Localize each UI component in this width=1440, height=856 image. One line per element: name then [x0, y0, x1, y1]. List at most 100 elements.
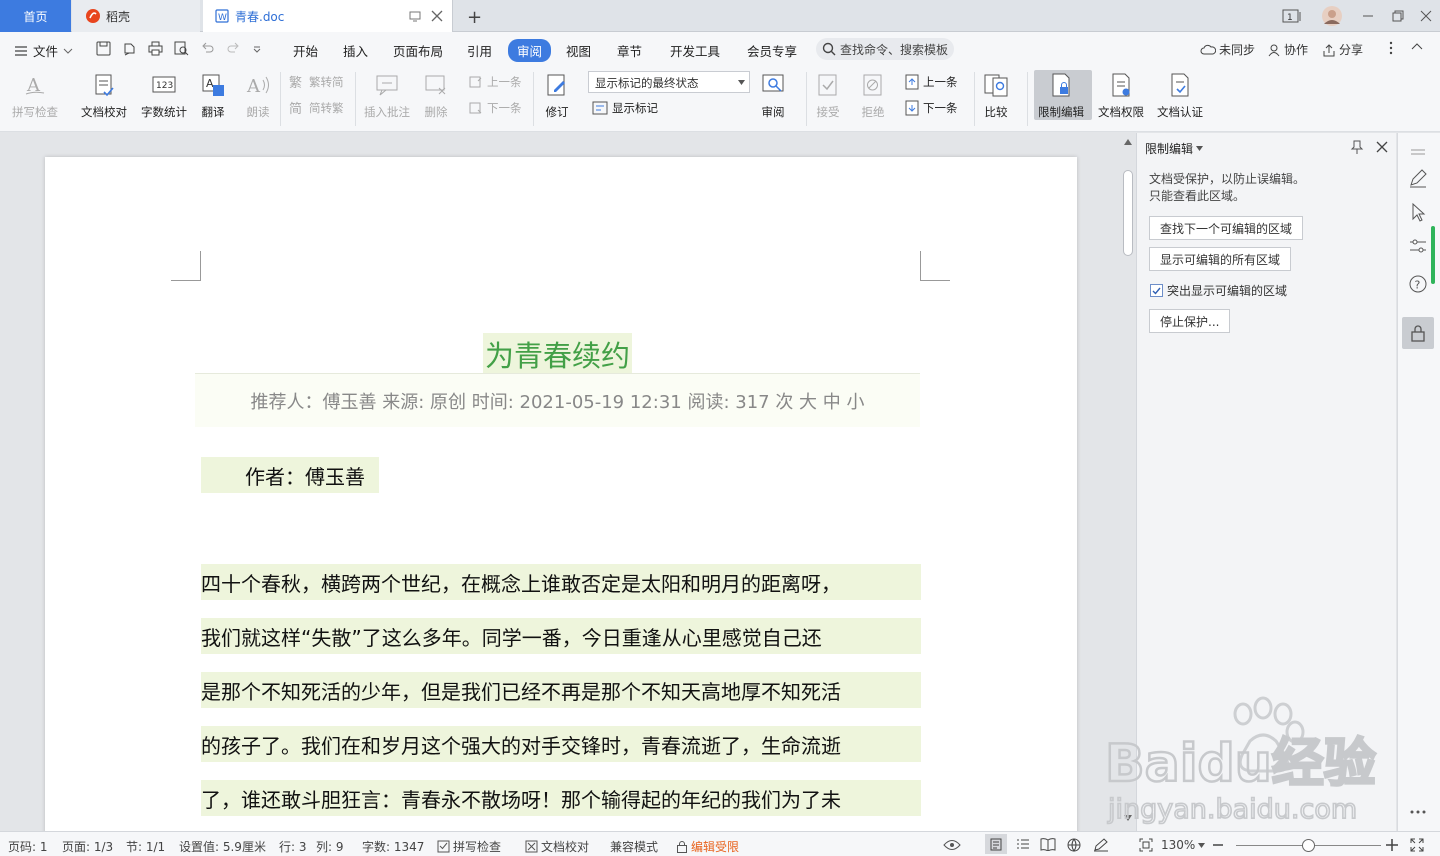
- markup-state-select[interactable]: 显示标记的最终状态: [588, 71, 750, 93]
- panel-title[interactable]: 限制编辑: [1145, 140, 1204, 157]
- accept-button[interactable]: 接受: [815, 72, 841, 120]
- command-search[interactable]: 查找命令、搜索模板: [816, 38, 954, 60]
- tab-home[interactable]: 首页: [0, 0, 71, 32]
- show-markup-button[interactable]: 显示标记: [592, 100, 658, 116]
- new-tab-icon[interactable]: +: [467, 7, 482, 28]
- status-restricted[interactable]: 编辑受限: [676, 838, 739, 855]
- status-pages[interactable]: 页面: 1/3: [62, 838, 113, 855]
- simp-to-trad-button[interactable]: 简 简转繁: [289, 100, 344, 116]
- outline-view-icon[interactable]: [1016, 838, 1030, 851]
- web-view-icon[interactable]: [1067, 838, 1081, 852]
- menu-item-member[interactable]: 会员专享: [747, 41, 797, 60]
- checkbox-box[interactable]: [1150, 284, 1163, 297]
- page-view-icon[interactable]: [989, 838, 1003, 851]
- reading-view-icon[interactable]: [1040, 838, 1056, 851]
- adjust-sliders-icon[interactable]: [1406, 234, 1430, 258]
- select-cursor-icon[interactable]: [1406, 200, 1430, 224]
- status-spell-check[interactable]: 拼写检查: [437, 838, 501, 855]
- review-pane-button[interactable]: 审阅: [760, 72, 786, 120]
- menu-item-start[interactable]: 开始: [293, 41, 318, 60]
- status-proofread[interactable]: 文档校对: [525, 838, 589, 855]
- output-icon[interactable]: [122, 41, 137, 56]
- collab-button[interactable]: 协作: [1267, 41, 1308, 58]
- read-aloud-button[interactable]: A 朗读: [245, 72, 271, 120]
- window-close-icon[interactable]: [1412, 0, 1440, 32]
- doc-certify-button[interactable]: 文档认证: [1157, 72, 1203, 120]
- translate-button[interactable]: A 翻译: [200, 72, 226, 120]
- fullscreen-icon[interactable]: [1410, 838, 1424, 852]
- restrict-editing-button[interactable]: 限制编辑: [1038, 72, 1084, 120]
- next-comment-button[interactable]: 下一条: [469, 100, 522, 116]
- help-icon[interactable]: ?: [1406, 272, 1430, 296]
- status-page[interactable]: 页码: 1: [8, 838, 48, 855]
- zoom-in-icon[interactable]: [1386, 839, 1398, 851]
- reject-button[interactable]: 拒绝: [860, 72, 886, 120]
- panel-close-icon[interactable]: [1376, 141, 1388, 153]
- write-view-icon[interactable]: [1093, 838, 1109, 852]
- status-word-count[interactable]: 字数: 1347: [362, 838, 424, 855]
- edit-pen-icon[interactable]: [1406, 166, 1430, 190]
- eye-protection-icon[interactable]: [943, 839, 961, 851]
- status-section[interactable]: 节: 1/1: [126, 838, 165, 855]
- save-icon[interactable]: [96, 41, 111, 56]
- file-menu[interactable]: 文件: [14, 41, 73, 60]
- delete-comment-button[interactable]: 删除: [423, 72, 449, 120]
- menu-item-insert[interactable]: 插入: [343, 41, 368, 60]
- menu-item-view[interactable]: 视图: [566, 41, 591, 60]
- menu-item-layout[interactable]: 页面布局: [393, 41, 443, 60]
- customize-toolbar-icon[interactable]: [252, 44, 262, 54]
- collapse-ribbon-icon[interactable]: [1411, 41, 1423, 51]
- scrollbar-thumb[interactable]: [1123, 170, 1133, 256]
- more-options-icon[interactable]: [1406, 800, 1430, 824]
- zoom-out-icon[interactable]: [1213, 844, 1223, 846]
- prev-change-button[interactable]: 上一条: [905, 74, 958, 90]
- stop-protection-button[interactable]: 停止保护...: [1149, 309, 1231, 333]
- tab-document[interactable]: W 青春.doc: [203, 0, 453, 32]
- next-change-button[interactable]: 下一条: [905, 100, 958, 116]
- spell-check-button[interactable]: A 拼写检查: [12, 72, 58, 120]
- status-setting[interactable]: 设置值: 5.9厘米: [179, 838, 266, 855]
- compare-button[interactable]: 比较: [983, 72, 1009, 120]
- tab-daoke[interactable]: 稻壳: [72, 0, 200, 32]
- lock-button[interactable]: [1402, 317, 1434, 349]
- proofread-button[interactable]: 文档校对: [81, 72, 127, 120]
- print-preview-icon[interactable]: [174, 41, 189, 56]
- status-row[interactable]: 行: 3: [279, 838, 307, 855]
- minimize-icon[interactable]: [1354, 0, 1382, 32]
- redo-icon[interactable]: [226, 41, 241, 56]
- scroll-up-icon[interactable]: [1124, 139, 1132, 145]
- window-count-icon[interactable]: 1: [1278, 0, 1306, 32]
- word-count-button[interactable]: 123 字数统计: [141, 72, 187, 120]
- menu-item-reference[interactable]: 引用: [467, 41, 492, 60]
- document-canvas[interactable]: 为青春续约 推荐人：傅玉善 来源: 原创 时间: 2021-05-19 12:3…: [0, 133, 1121, 831]
- share-button[interactable]: 分享: [1322, 41, 1363, 58]
- print-icon[interactable]: [148, 41, 163, 56]
- user-avatar[interactable]: [1318, 0, 1346, 32]
- scroll-down-icon[interactable]: [1124, 815, 1132, 821]
- sync-status[interactable]: 未同步: [1200, 41, 1255, 58]
- zoom-slider-thumb[interactable]: [1302, 839, 1315, 852]
- zoom-level[interactable]: 130%: [1161, 838, 1206, 852]
- menu-item-review[interactable]: 审阅: [508, 39, 552, 62]
- collapse-handle-icon[interactable]: [1406, 140, 1430, 164]
- fit-page-icon[interactable]: [1139, 838, 1153, 852]
- status-col[interactable]: 列: 9: [316, 838, 344, 855]
- undo-icon[interactable]: [200, 41, 215, 56]
- menu-item-devtools[interactable]: 开发工具: [670, 41, 720, 60]
- document-page[interactable]: 为青春续约 推荐人：傅玉善 来源: 原创 时间: 2021-05-19 12:3…: [45, 157, 1077, 831]
- more-menu-icon[interactable]: [1388, 41, 1394, 55]
- menu-item-chapter[interactable]: 章节: [617, 41, 642, 60]
- show-all-editable-button[interactable]: 显示可编辑的所有区域: [1149, 247, 1292, 271]
- doc-permission-button[interactable]: 文档权限: [1098, 72, 1144, 120]
- tab-display-icon[interactable]: [409, 10, 421, 22]
- restore-icon[interactable]: [1384, 0, 1412, 32]
- prev-comment-button[interactable]: 上一条: [469, 74, 522, 90]
- find-next-editable-button[interactable]: 查找下一个可编辑的区域: [1149, 216, 1304, 240]
- insert-comment-button[interactable]: 插入批注: [364, 72, 410, 120]
- pin-icon[interactable]: [1350, 140, 1364, 154]
- tab-close-icon[interactable]: [431, 10, 443, 22]
- highlight-editable-checkbox[interactable]: 突出显示可编辑的区域: [1150, 282, 1287, 299]
- trad-to-simp-button[interactable]: 繁 繁转简: [289, 74, 344, 90]
- track-changes-button[interactable]: 修订: [544, 72, 570, 120]
- status-compat-mode[interactable]: 兼容模式: [610, 838, 658, 855]
